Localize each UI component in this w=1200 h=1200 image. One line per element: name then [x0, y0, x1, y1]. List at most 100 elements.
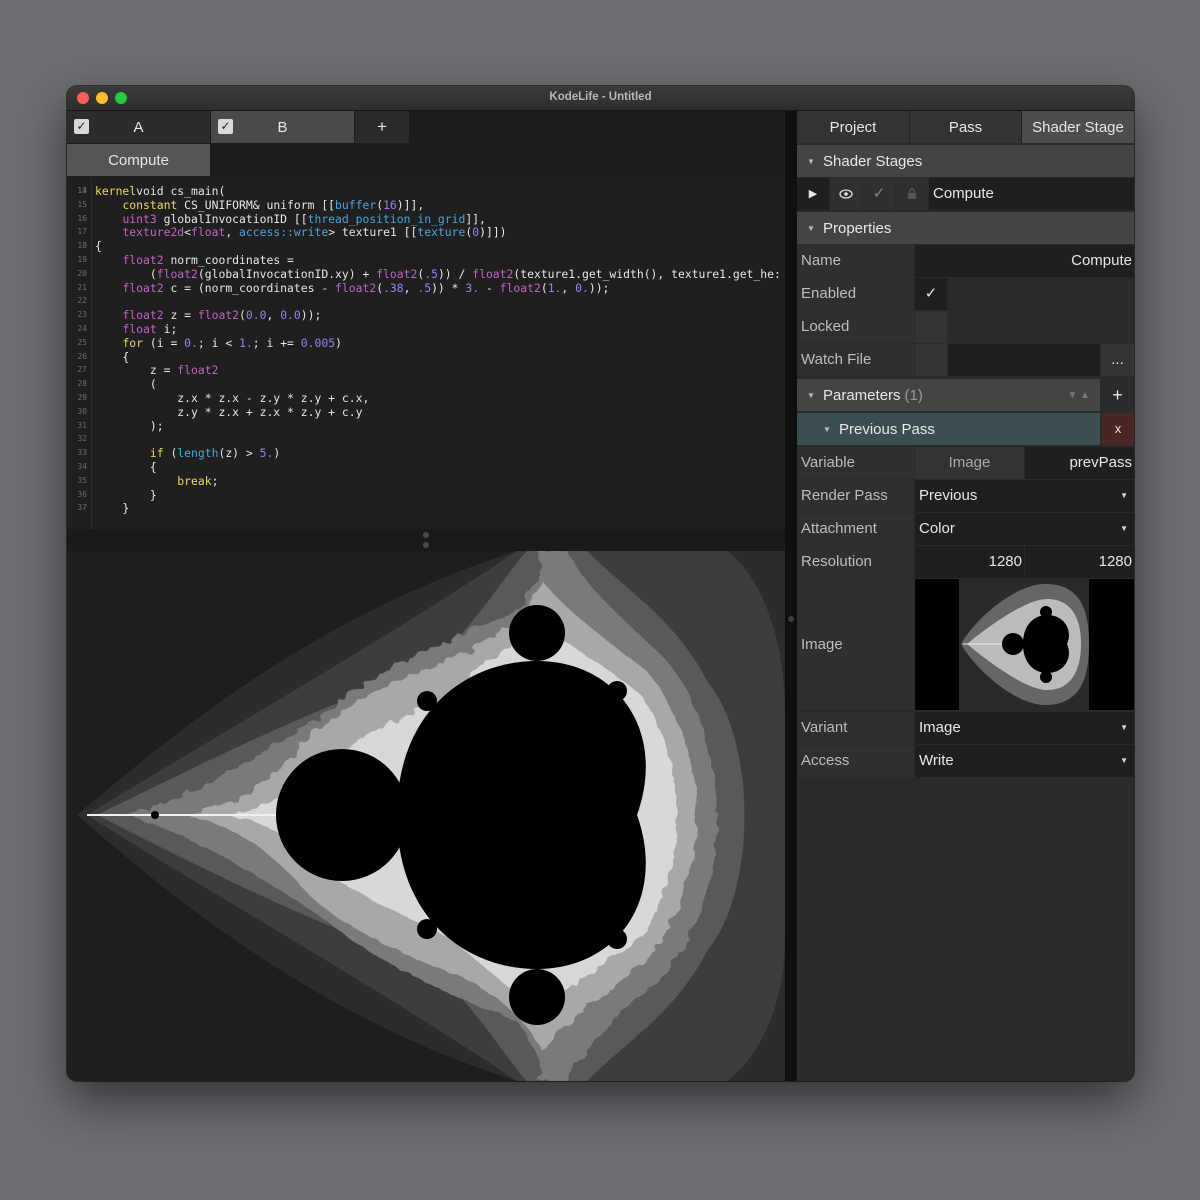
- pass-b-enabled-checkbox[interactable]: ✓: [218, 119, 233, 134]
- browse-file-button[interactable]: ...: [1101, 344, 1134, 376]
- line-number: 25: [77, 337, 87, 347]
- enabled-checkbox[interactable]: ✓: [915, 278, 947, 310]
- pass-tab-bar: ✓ A ✓ B +: [67, 111, 785, 144]
- line-number: 32: [77, 434, 87, 444]
- tab-shader-stage[interactable]: Shader Stage: [1022, 111, 1134, 143]
- code-line: 22: [67, 294, 785, 308]
- pane-splitter[interactable]: [785, 111, 797, 1081]
- sort-arrows-icon[interactable]: ▼ ▲: [1067, 390, 1090, 401]
- name-label: Name: [797, 245, 914, 277]
- code-token: z.x * z.x - z.y * z.y + c.x,: [95, 391, 370, 405]
- code-token: 0.0: [245, 308, 267, 323]
- add-pass-button[interactable]: +: [355, 111, 409, 143]
- access-label: Access: [797, 745, 914, 777]
- code-token: float2: [499, 280, 541, 295]
- code-token: > texture1 [[: [328, 225, 418, 240]
- watch-file-checkbox[interactable]: [915, 344, 947, 376]
- watch-file-row: Watch File ...: [797, 344, 1134, 376]
- code-line: 30 z.y * z.x + z.x * z.y + c.y: [67, 405, 785, 419]
- code-line: 32: [67, 432, 785, 446]
- parameters-header[interactable]: ▼ Parameters (1) ▼ ▲: [797, 379, 1100, 411]
- name-field[interactable]: Compute: [915, 245, 1134, 277]
- watch-file-path[interactable]: [948, 344, 1100, 376]
- code-token: ));: [300, 308, 322, 323]
- variant-select[interactable]: Image ▼: [915, 712, 1134, 744]
- code-text: kernelvoid cs_main(: [95, 184, 225, 198]
- render-pass-value: Previous: [919, 487, 978, 504]
- code-text: texture2d<float, access::write> texture1…: [95, 225, 506, 240]
- stage-tab-compute[interactable]: Compute: [67, 144, 210, 176]
- image-thumbnail[interactable]: [915, 579, 1134, 710]
- access-select[interactable]: Write ▼: [915, 745, 1134, 777]
- code-token: 3.: [465, 280, 480, 295]
- code-line: 14 kernelvoid cs_main(: [67, 184, 785, 198]
- code-line: 28 (: [67, 377, 785, 391]
- code-token: length: [177, 446, 219, 461]
- code-line: 34 {: [67, 460, 785, 474]
- variable-name-field[interactable]: prevPass: [1025, 447, 1134, 479]
- shader-stages-header[interactable]: ▼ Shader Stages: [797, 145, 1134, 177]
- render-preview[interactable]: [67, 551, 785, 1081]
- attachment-select[interactable]: Color ▼: [915, 513, 1134, 545]
- code-text: {: [95, 350, 129, 364]
- lock-icon[interactable]: [896, 178, 928, 210]
- code-editor[interactable]: 13 38 14kernelvoid cs_main(15 constant C…: [67, 177, 785, 529]
- add-parameter-button[interactable]: +: [1101, 379, 1134, 411]
- tab-project[interactable]: Project: [797, 111, 910, 143]
- code-token: thread_position_in_grid: [307, 211, 466, 226]
- code-token: );: [95, 418, 164, 433]
- code-token: {: [95, 460, 157, 474]
- code-token: float2: [177, 363, 219, 378]
- code-token: 0.: [184, 335, 198, 350]
- code-token: }: [95, 501, 130, 516]
- shader-stage-row[interactable]: ▶ ✓ Compute: [797, 178, 1134, 210]
- check-icon[interactable]: ✓: [863, 178, 895, 210]
- properties-header[interactable]: ▼ Properties: [797, 212, 1134, 244]
- resolution-height-field[interactable]: 1280: [1025, 546, 1134, 578]
- code-line: 26 {: [67, 350, 785, 364]
- mandelbrot-render: [67, 551, 785, 1081]
- editor-area: ✓ A ✓ B + Compute 13 38 14 kernelvoid cs_…: [67, 111, 785, 1081]
- play-icon[interactable]: ▶: [797, 178, 829, 210]
- resolution-width-field[interactable]: 1280: [915, 546, 1024, 578]
- code-token: 5.: [259, 446, 274, 461]
- code-token: float2: [122, 308, 164, 323]
- code-token: c = (norm_coordinates -: [163, 280, 336, 295]
- code-token: float2: [122, 253, 164, 267]
- dropdown-arrow-icon: ▼: [1120, 756, 1128, 765]
- previous-pass-item[interactable]: ▼ Previous Pass: [797, 413, 1100, 445]
- render-pass-select[interactable]: Previous ▼: [915, 480, 1134, 512]
- tab-pass[interactable]: Pass: [910, 111, 1022, 143]
- code-token: i;: [156, 322, 178, 336]
- code-text: }: [95, 488, 157, 502]
- code-token: )]],: [396, 197, 425, 212]
- editor-preview-splitter[interactable]: [67, 529, 785, 551]
- remove-parameter-button[interactable]: x: [1102, 413, 1134, 445]
- resolution-label: Resolution: [797, 546, 914, 578]
- previous-pass-title: Previous Pass: [839, 420, 935, 438]
- line-number: 14: [77, 186, 87, 195]
- code-line: 16 uint3 globalInvocationID [[thread_pos…: [67, 212, 785, 226]
- eye-icon[interactable]: [830, 178, 862, 210]
- row-filler: [948, 278, 1134, 310]
- code-token: ,: [403, 280, 418, 295]
- code-token: CS_UNIFORM& uniform [[: [177, 197, 336, 212]
- dropdown-arrow-icon: ▼: [1120, 723, 1128, 732]
- code-token: (z) >: [218, 446, 260, 461]
- mandelbrot-thumbnail: [959, 579, 1089, 710]
- dropdown-arrow-icon: ▼: [1120, 491, 1128, 500]
- line-number: 35: [77, 475, 87, 485]
- code-token: kernel: [95, 184, 137, 198]
- code-text: break;: [95, 474, 218, 488]
- locked-checkbox[interactable]: [915, 311, 947, 343]
- code-token: ,: [266, 308, 281, 323]
- code-token: float2: [335, 280, 377, 295]
- pass-tab-b[interactable]: ✓ B: [211, 111, 354, 143]
- code-token: ): [335, 335, 342, 350]
- pass-tab-a[interactable]: ✓ A: [67, 111, 210, 143]
- pass-a-enabled-checkbox[interactable]: ✓: [74, 119, 89, 134]
- code-token: ; i +=: [252, 335, 301, 350]
